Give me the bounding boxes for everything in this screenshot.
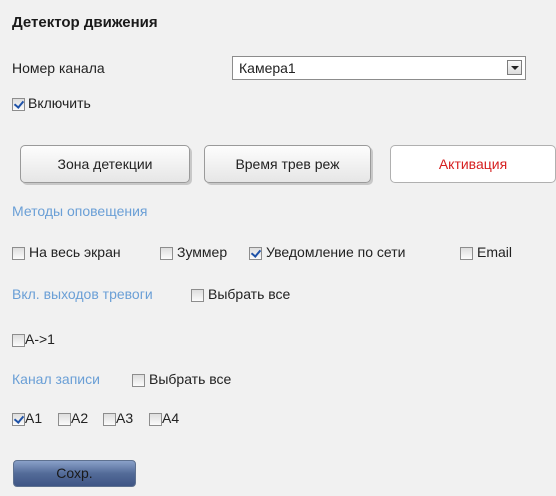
channel-select-value: Камера1 xyxy=(239,60,296,76)
channel-label: Номер канала xyxy=(12,60,105,76)
record-a4-checkbox[interactable] xyxy=(149,413,162,426)
record-select-all-label: Выбрать все xyxy=(149,371,232,387)
notify-methods-heading: Методы оповещения xyxy=(12,203,148,219)
record-a4-label: A4 xyxy=(162,410,180,426)
record-a2-checkbox[interactable] xyxy=(58,413,71,426)
email-checkbox[interactable] xyxy=(460,247,473,260)
enable-label: Включить xyxy=(28,95,91,111)
alarm-outputs-select-all-checkbox[interactable] xyxy=(191,289,204,302)
tab-activation[interactable]: Активация xyxy=(390,145,556,183)
network-notify-checkbox[interactable] xyxy=(249,247,262,260)
channel-select[interactable]: Камера1 xyxy=(232,56,526,80)
alarm-outputs-heading: Вкл. выходов тревоги xyxy=(12,286,153,302)
tab-detection-zone[interactable]: Зона детекции xyxy=(20,145,190,183)
output-a1-checkbox[interactable] xyxy=(12,334,25,347)
network-notify-label: Уведомление по сети xyxy=(266,244,406,260)
buzzer-label: Зуммер xyxy=(177,244,228,260)
record-a3-checkbox[interactable] xyxy=(103,413,116,426)
record-select-all-checkbox[interactable] xyxy=(132,374,145,387)
record-a2-label: A2 xyxy=(71,410,89,426)
motion-detection-panel: Детектор движения Номер канала Камера1 В… xyxy=(0,0,556,496)
save-button[interactable]: Сохр. xyxy=(13,460,136,487)
enable-checkbox[interactable] xyxy=(12,98,25,111)
record-a1-checkbox[interactable] xyxy=(12,413,25,426)
alarm-outputs-select-all-label: Выбрать все xyxy=(208,286,291,302)
buzzer-checkbox[interactable] xyxy=(160,247,173,260)
output-a1-label: A->1 xyxy=(25,331,55,347)
record-a3-label: A3 xyxy=(116,410,134,426)
chevron-down-icon[interactable] xyxy=(507,60,522,75)
email-label: Email xyxy=(477,244,513,260)
fullscreen-label: На весь экран xyxy=(29,244,121,260)
fullscreen-checkbox[interactable] xyxy=(12,247,25,260)
page-title: Детектор движения xyxy=(12,14,158,31)
record-a1-label: A1 xyxy=(25,410,43,426)
tab-alarm-schedule[interactable]: Время трев реж xyxy=(204,145,371,183)
record-channel-heading: Канал записи xyxy=(12,371,100,387)
